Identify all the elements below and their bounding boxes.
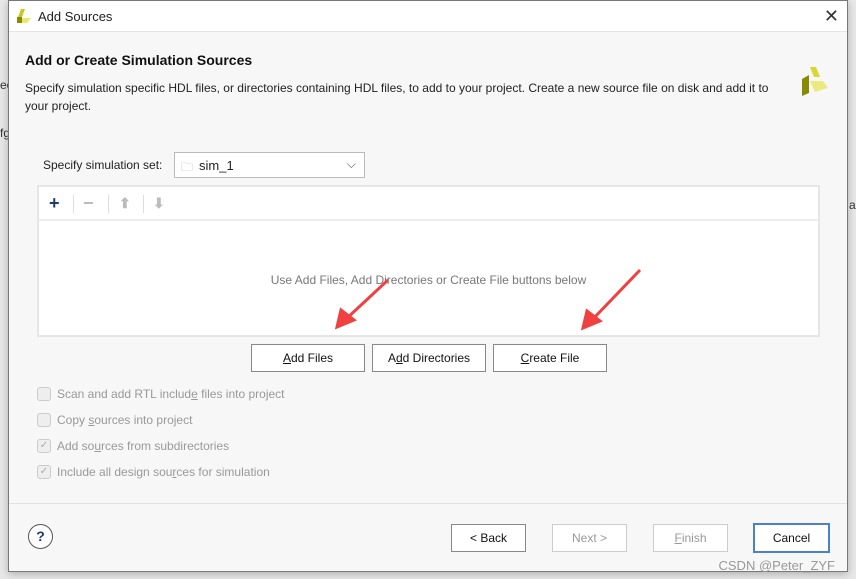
- folder-icon: 🗀: [181, 160, 194, 174]
- mnemonic: s: [88, 413, 95, 427]
- option-checkbox[interactable]: ✓ Add sources from subdirectories: [37, 439, 229, 453]
- checkbox-checked-icon[interactable]: ✓: [37, 439, 51, 453]
- option-label: Scan and add RTL include files into proj…: [57, 387, 285, 401]
- divider: [73, 195, 74, 213]
- checkbox-unchecked-icon[interactable]: [37, 387, 51, 401]
- simulation-set-dropdown[interactable]: 🗀 sim_1 ⌵: [174, 152, 365, 178]
- checkbox-checked-icon[interactable]: ✓: [37, 465, 51, 479]
- option-label: Include all design sources for simulatio…: [57, 465, 270, 479]
- chevron-down-icon: ⌵: [346, 157, 356, 171]
- watermark: CSDN @Peter_ZYF: [718, 558, 836, 573]
- back-button[interactable]: < Back: [451, 524, 526, 552]
- sources-list[interactable]: + − ⬆ ⬇ Use Add Files, Add Directories o…: [37, 185, 820, 337]
- option-label: Copy sources into project: [57, 413, 193, 427]
- move-down-icon[interactable]: ⬇: [153, 195, 165, 212]
- option-checkbox[interactable]: Scan and add RTL include files into proj…: [37, 387, 285, 401]
- add-icon[interactable]: +: [49, 193, 60, 214]
- checkbox-unchecked-icon[interactable]: [37, 413, 51, 427]
- add-files-button[interactable]: Add Files: [251, 344, 365, 372]
- mnemonic: A: [282, 351, 291, 365]
- background-text: a: [849, 198, 856, 212]
- add-directories-button[interactable]: Add Directories: [372, 344, 486, 372]
- move-up-icon[interactable]: ⬆: [119, 195, 131, 212]
- option-checkbox[interactable]: ✓ Include all design sources for simulati…: [37, 465, 270, 479]
- next-button[interactable]: Next >: [552, 524, 627, 552]
- add-sources-dialog: Add Sources ✕ Add or Create Simulation S…: [8, 0, 848, 573]
- back-button-label: < Back: [469, 531, 508, 545]
- finish-button[interactable]: Finish: [653, 524, 728, 552]
- mnemonic: r: [172, 465, 177, 479]
- option-checkbox[interactable]: Copy sources into project: [37, 413, 192, 427]
- simulation-set-value: sim_1: [199, 158, 234, 173]
- title-bar: Add Sources ✕: [9, 1, 847, 32]
- mnemonic: C: [520, 351, 530, 365]
- vivado-logo-icon: [802, 67, 828, 96]
- next-button-label: Next >: [571, 531, 607, 545]
- vivado-logo-icon: [17, 9, 31, 23]
- close-icon[interactable]: ✕: [824, 6, 839, 27]
- sources-toolbar: + − ⬆ ⬇: [39, 187, 818, 221]
- divider: [143, 195, 144, 213]
- empty-list-message: Use Add Files, Add Directories or Create…: [270, 273, 587, 287]
- help-button[interactable]: ?: [28, 524, 53, 549]
- cancel-button[interactable]: Cancel: [753, 523, 830, 553]
- divider: [9, 503, 847, 504]
- page-description: Specify simulation specific HDL files, o…: [25, 81, 769, 113]
- mnemonic: d: [395, 351, 403, 365]
- remove-icon[interactable]: −: [83, 193, 94, 214]
- mnemonic: u: [94, 439, 102, 453]
- create-file-button[interactable]: Create File: [493, 344, 607, 372]
- option-label: Add sources from subdirectories: [57, 439, 230, 453]
- page-title: Add or Create Simulation Sources: [25, 52, 253, 68]
- mnemonic: e: [191, 387, 198, 401]
- simulation-set-label: Specify simulation set:: [43, 158, 163, 172]
- window-title: Add Sources: [38, 9, 113, 24]
- mnemonic: F: [674, 531, 682, 545]
- divider: [108, 195, 109, 213]
